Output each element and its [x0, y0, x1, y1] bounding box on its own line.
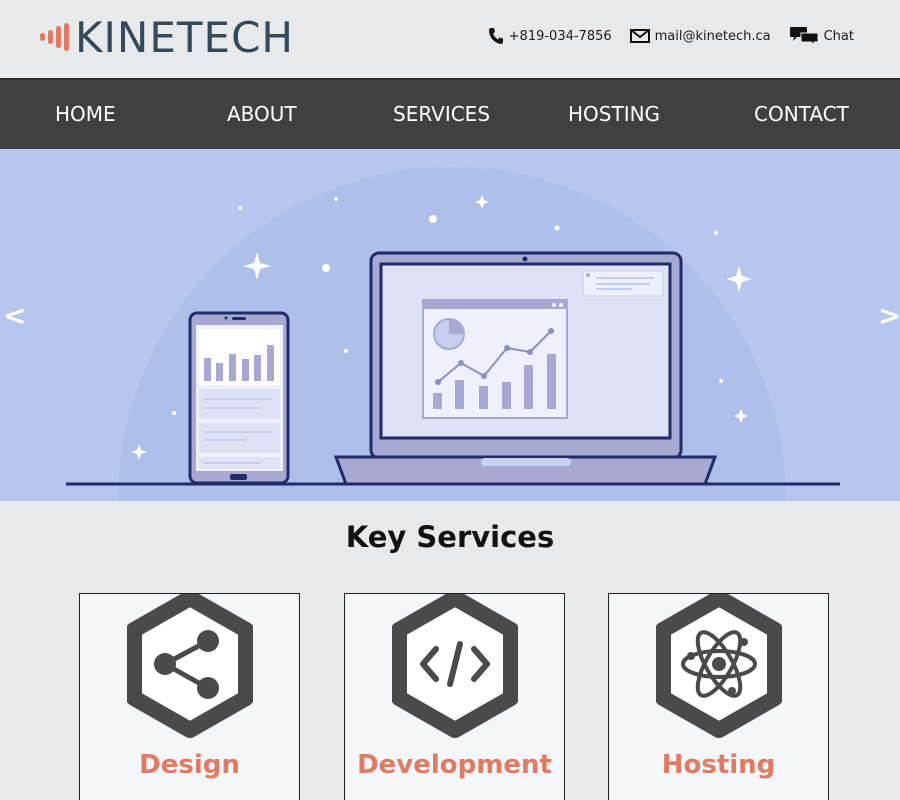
- chat-contact[interactable]: Chat: [789, 26, 854, 46]
- service-card-label: Development: [357, 750, 552, 780]
- nav-item-hosting[interactable]: HOSTING: [568, 80, 660, 151]
- nav-item-about[interactable]: ABOUT: [227, 80, 297, 151]
- hero-illustration: [66, 167, 840, 501]
- service-card-label: Design: [139, 750, 240, 780]
- chat-bubbles-icon: [789, 27, 819, 46]
- nav-item-services[interactable]: SERVICES: [393, 80, 490, 151]
- service-card-development[interactable]: Development: [344, 593, 565, 800]
- main-nav: HOME ABOUT SERVICES HOSTING CONTACT: [0, 78, 900, 149]
- phone-icon: [488, 28, 503, 44]
- services-heading: Key Services: [345, 520, 555, 554]
- service-card-label: Hosting: [661, 750, 776, 780]
- nav-item-contact[interactable]: CONTACT: [754, 80, 849, 151]
- email-address: mail@kinetech.ca: [654, 28, 771, 44]
- slider-prev-arrow[interactable]: <: [3, 299, 26, 332]
- phone-contact[interactable]: +819-034-7856: [488, 27, 612, 45]
- code-icon: [392, 594, 518, 738]
- share-icon: [127, 594, 253, 738]
- email-contact[interactable]: mail@kinetech.ca: [629, 28, 771, 44]
- contact-bar: +819-034-7856 mail@kinetech.ca Chat: [470, 26, 854, 46]
- service-card-hosting[interactable]: Hosting: [608, 593, 829, 800]
- nav-item-home[interactable]: HOME: [55, 80, 116, 151]
- site-header: KINETECH +819-034-7856 mail@kinetech.ca …: [0, 0, 900, 78]
- brand-logo[interactable]: KINETECH: [40, 12, 294, 62]
- logo-bars-icon: [40, 23, 69, 51]
- brand-name: KINETECH: [75, 12, 294, 62]
- atom-icon: [656, 594, 782, 738]
- mail-icon: [629, 29, 650, 43]
- slider-next-arrow[interactable]: >: [878, 299, 900, 332]
- service-card-design[interactable]: Design: [79, 593, 300, 800]
- chat-label: Chat: [823, 28, 854, 44]
- phone-number: +819-034-7856: [508, 28, 612, 44]
- hero-slider: < >: [0, 149, 900, 501]
